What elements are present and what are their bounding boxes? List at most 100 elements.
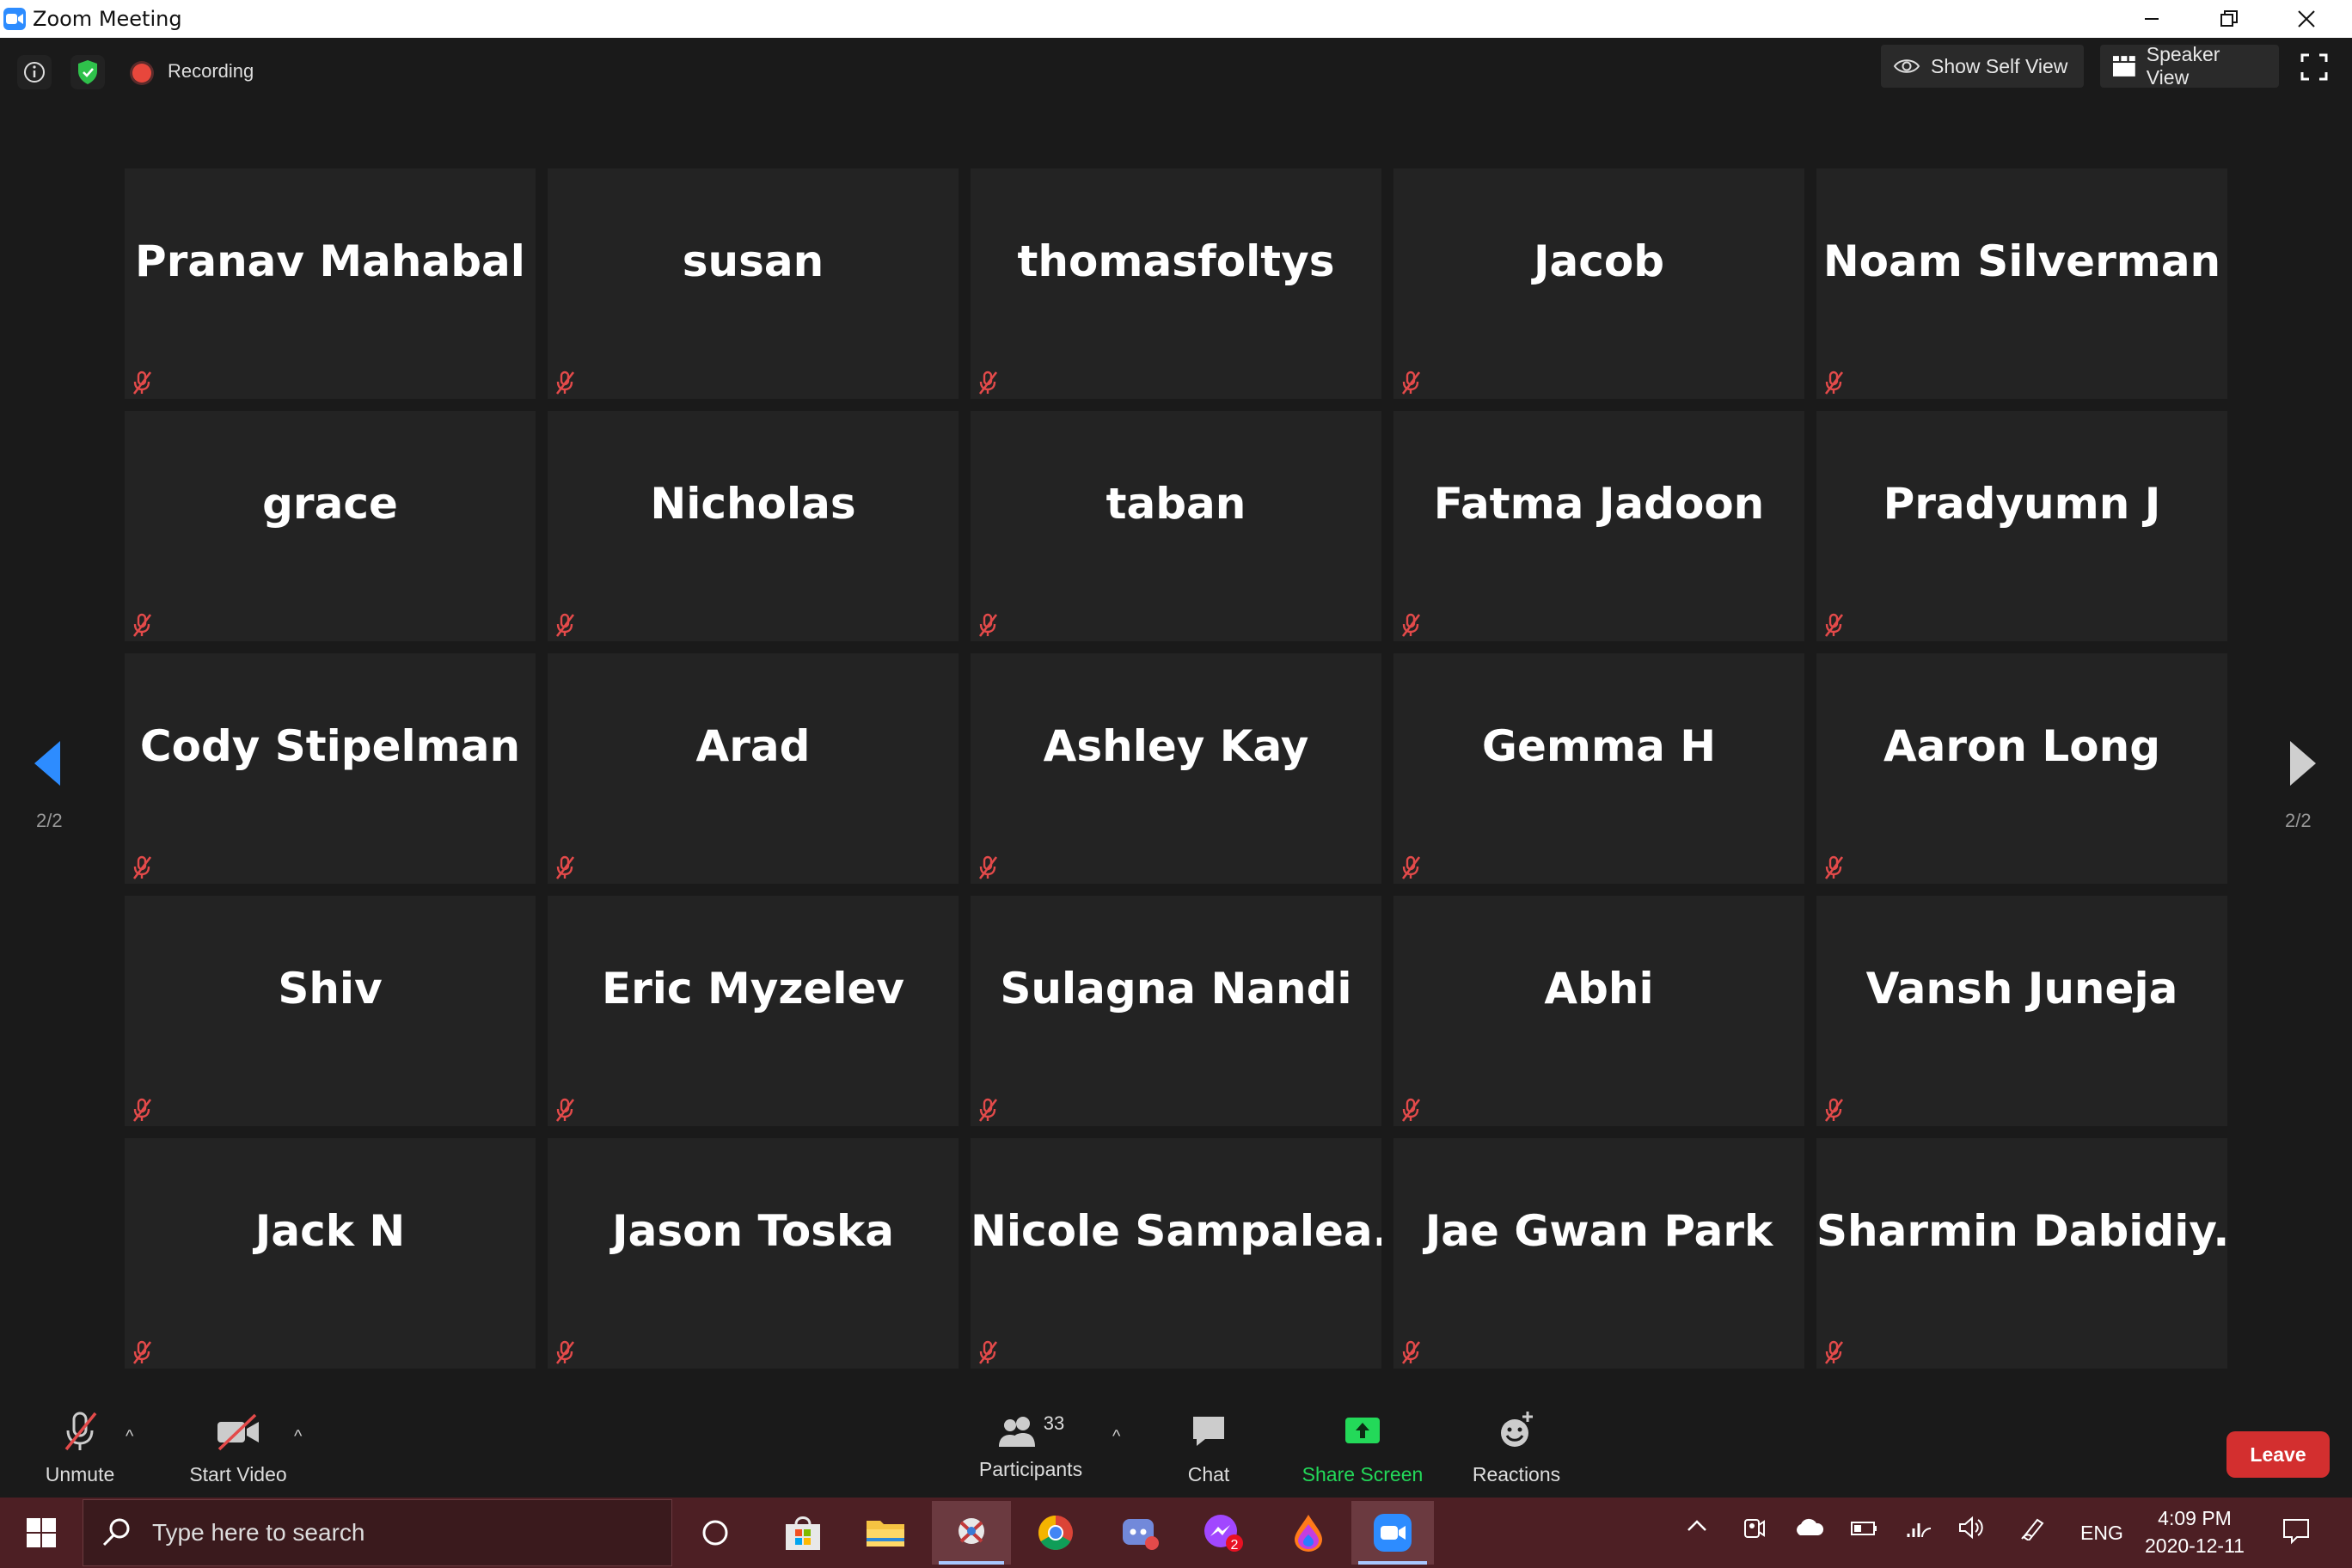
participant-tile[interactable]: Jason Toska — [548, 1138, 959, 1369]
participant-tile[interactable]: Nicole Sampalea... — [971, 1138, 1381, 1369]
speaker-view-button[interactable]: Speaker View — [2100, 43, 2279, 89]
participant-tile[interactable]: Jae Gwan Park — [1393, 1138, 1804, 1369]
taskbar-search-input[interactable] — [150, 1518, 635, 1547]
participant-tile[interactable]: Aaron Long — [1816, 653, 2227, 884]
participant-name: Sharmin Dabidiy... — [1816, 1206, 2227, 1256]
input-language-indicator[interactable]: ENG — [2080, 1522, 2123, 1545]
share-screen-icon — [1345, 1418, 1380, 1443]
recording-indicator-icon — [132, 64, 151, 83]
reactions-button[interactable]: Reactions — [1465, 1410, 1568, 1486]
participant-tile[interactable]: thomasfoltys — [971, 168, 1381, 399]
participant-name: thomasfoltys — [1017, 236, 1335, 286]
participant-tile[interactable]: Cody Stipelman — [125, 653, 536, 884]
wifi-icon[interactable] — [1905, 1515, 1934, 1546]
participant-name: Pradyumn J — [1883, 479, 2161, 529]
participant-tile[interactable]: Jacob — [1393, 168, 1804, 399]
cortana-button[interactable] — [676, 1501, 755, 1565]
restore-button[interactable] — [2190, 0, 2268, 38]
participant-tile[interactable]: Arad — [548, 653, 959, 884]
paint-drop-icon — [1295, 1515, 1322, 1552]
participant-tile[interactable]: susan — [548, 168, 959, 399]
windows-start-button[interactable] — [0, 1498, 83, 1568]
microsoft-store-app[interactable] — [763, 1501, 842, 1565]
participant-tile[interactable]: Shiv — [125, 896, 536, 1126]
participant-tile[interactable]: Ashley Kay — [971, 653, 1381, 884]
participant-name: Aaron Long — [1883, 721, 2161, 771]
minimize-button[interactable] — [2113, 0, 2190, 38]
meeting-info-icon[interactable] — [17, 55, 52, 89]
chrome-app[interactable] — [1016, 1501, 1095, 1565]
participant-name: Cody Stipelman — [139, 721, 521, 771]
participant-name: Abhi — [1544, 964, 1654, 1014]
participant-tile[interactable]: Gemma H — [1393, 653, 1804, 884]
participant-name: Nicholas — [650, 479, 856, 529]
next-page-button[interactable] — [2288, 738, 2323, 789]
participant-tile[interactable]: Vansh Juneja — [1816, 896, 2227, 1126]
zoom-icon — [1374, 1514, 1412, 1552]
clock-time: 4:09 PM — [2158, 1507, 2232, 1529]
participant-tile[interactable]: Sulagna Nandi — [971, 896, 1381, 1126]
participant-tile[interactable]: Pranav Mahabal — [125, 168, 536, 399]
meet-now-icon[interactable] — [1740, 1515, 1766, 1546]
participant-tile[interactable]: Noam Silverman — [1816, 168, 2227, 399]
participants-options-caret-icon[interactable]: ^ — [1112, 1427, 1120, 1447]
unmute-button[interactable]: Unmute — [33, 1410, 127, 1486]
participant-tile[interactable]: Eric Myzelev — [548, 896, 959, 1126]
participant-name: Ashley Kay — [1043, 721, 1309, 771]
snipping-tool-icon — [959, 1518, 984, 1544]
participant-name: Jae Gwan Park — [1424, 1206, 1773, 1256]
speaker-view-label: Speaker View — [2146, 43, 2220, 89]
participant-tile[interactable]: Nicholas — [548, 411, 959, 641]
cortana-circle-icon — [702, 1520, 728, 1546]
show-hidden-icons-chevron-icon[interactable] — [1685, 1513, 1709, 1542]
share-screen-button[interactable]: Share Screen — [1296, 1410, 1429, 1486]
messenger-badge: 2 — [1231, 1538, 1239, 1553]
chat-button[interactable]: Chat — [1169, 1410, 1248, 1486]
taskbar-clock[interactable]: 4:09 PM 2020-12-11 — [2139, 1504, 2251, 1559]
discord-app[interactable] — [1100, 1501, 1179, 1565]
chat-icon — [1193, 1417, 1224, 1446]
pen-workspace-icon[interactable] — [2018, 1515, 2048, 1546]
messenger-icon: 2 — [1204, 1515, 1243, 1553]
file-explorer-app[interactable] — [846, 1501, 925, 1565]
reactions-smiley-icon — [1501, 1412, 1533, 1447]
windows-taskbar: 2 ENG 4:09 PM 2020-12-11 — [0, 1498, 2352, 1568]
arrow-right-icon — [2290, 741, 2316, 786]
participant-name: Fatma Jadoon — [1433, 479, 1765, 529]
onedrive-cloud-icon[interactable] — [1793, 1515, 1824, 1546]
paint-3d-app[interactable] — [1269, 1501, 1348, 1565]
leave-button[interactable]: Leave — [2226, 1431, 2330, 1478]
participant-name: Nicole Sampalea... — [971, 1206, 1381, 1256]
show-self-view-button[interactable]: Show Self View — [1881, 45, 2084, 88]
volume-icon[interactable] — [1957, 1515, 1986, 1546]
messenger-app[interactable]: 2 — [1185, 1501, 1264, 1565]
taskbar-search-box[interactable] — [83, 1499, 672, 1566]
previous-page-button[interactable] — [31, 738, 65, 789]
participant-tile[interactable]: Pradyumn J — [1816, 411, 2227, 641]
participant-tile[interactable]: grace — [125, 411, 536, 641]
close-button[interactable] — [2268, 0, 2345, 38]
participant-tile[interactable]: Sharmin Dabidiy... — [1816, 1138, 2227, 1369]
audio-options-caret-icon[interactable]: ^ — [126, 1427, 133, 1447]
participant-name: taban — [1106, 479, 1246, 529]
page-indicator-left: 2/2 — [36, 810, 63, 831]
start-video-button[interactable]: Start Video — [181, 1410, 296, 1486]
chrome-icon — [1038, 1516, 1073, 1550]
participant-tile[interactable]: Abhi — [1393, 896, 1804, 1126]
clock-date: 2020-12-11 — [2145, 1534, 2245, 1557]
minimize-icon — [2145, 18, 2159, 20]
zoom-taskbar-app[interactable] — [1351, 1501, 1434, 1565]
share-screen-label: Share Screen — [1302, 1463, 1424, 1485]
start-video-label: Start Video — [189, 1463, 287, 1485]
video-options-caret-icon[interactable]: ^ — [294, 1427, 302, 1447]
snipping-tool-app[interactable] — [932, 1501, 1011, 1565]
participant-tile[interactable]: taban — [971, 411, 1381, 641]
participant-tile[interactable]: Jack N — [125, 1138, 536, 1369]
participant-name: susan — [682, 236, 824, 286]
participant-tile[interactable]: Fatma Jadoon — [1393, 411, 1804, 641]
battery-icon[interactable] — [1850, 1515, 1879, 1546]
fullscreen-icon[interactable] — [2300, 53, 2328, 85]
action-center-notifications-icon[interactable] — [2282, 1516, 2311, 1551]
security-shield-icon[interactable] — [70, 55, 105, 89]
participants-button[interactable]: 33 Participants — [968, 1410, 1093, 1481]
